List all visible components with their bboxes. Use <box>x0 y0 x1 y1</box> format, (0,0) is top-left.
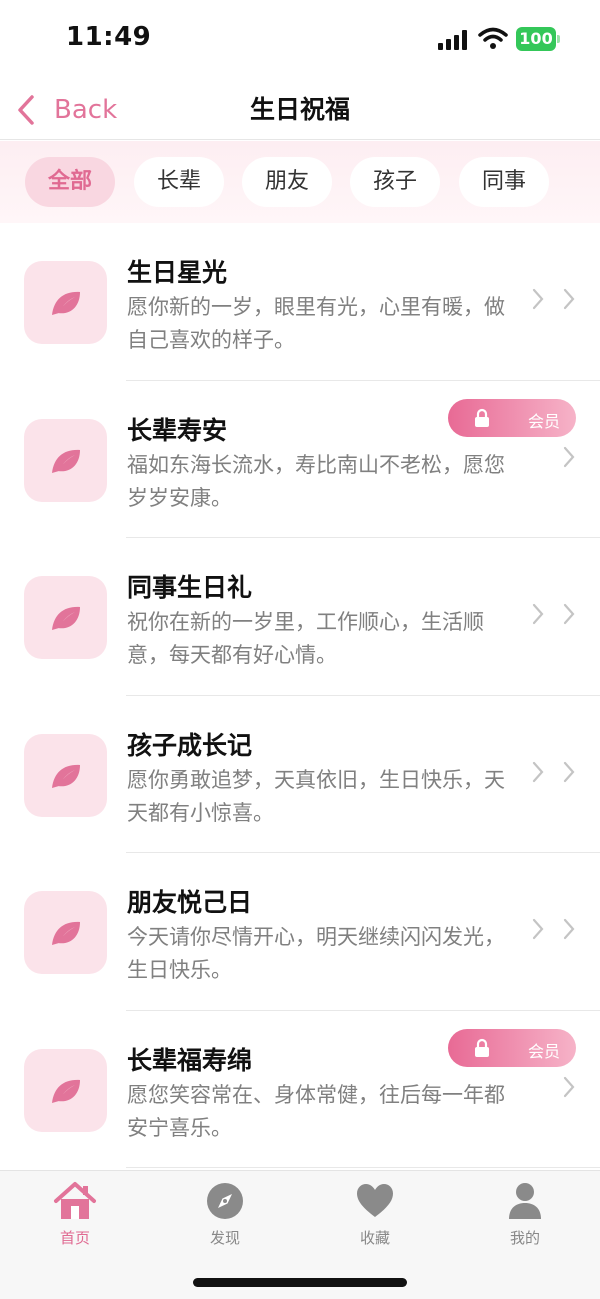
lock-icon <box>475 408 489 427</box>
chevron-right-icon[interactable] <box>562 917 576 941</box>
chevron-right-icon[interactable] <box>562 760 576 784</box>
item-title: 孩子成长记 <box>127 730 253 760</box>
home-indicator <box>193 1278 407 1287</box>
heart-icon <box>357 1184 393 1217</box>
filter-chip-all[interactable]: 全部 <box>25 157 115 207</box>
item-thumbnail <box>24 576 107 659</box>
tab-home[interactable]: 首页 <box>25 1181 125 1248</box>
item-title: 长辈福寿绵 <box>127 1045 253 1075</box>
item-title: 生日星光 <box>127 258 228 287</box>
item-description: 愿您笑容常在、身体常健，往后每一年都安宁喜乐。 <box>127 1082 505 1140</box>
filter-chip-colleagues[interactable]: 同事 <box>459 157 549 207</box>
item-description: 愿你新的一岁，眼里有光，心里有暖，做自己喜欢的样子。 <box>127 295 505 352</box>
tab-favorites[interactable]: 收藏 <box>325 1181 425 1248</box>
filter-chip-elders[interactable]: 长辈 <box>134 157 224 207</box>
status-time: 11:49 <box>66 22 152 52</box>
compass-icon <box>207 1183 243 1219</box>
chevron-right-icon <box>532 603 544 625</box>
chevron-right-icon[interactable] <box>562 445 576 469</box>
item-thumbnail <box>24 261 107 344</box>
item-thumbnail <box>24 733 107 817</box>
leaf-icon <box>52 449 80 473</box>
home-icon <box>54 1182 96 1219</box>
filter-chip-friends[interactable]: 朋友 <box>242 157 332 207</box>
leaf-icon <box>52 606 80 630</box>
navigation-bar: Back 生日祝福 <box>0 80 600 140</box>
divider <box>126 1167 600 1168</box>
list-item[interactable]: 长辈寿安 福如东海长流水，寿比南山不老松，愿您岁岁安康。 会员 <box>0 381 600 538</box>
leaf-icon <box>52 921 80 945</box>
filter-chip-children[interactable]: 孩子 <box>350 157 440 207</box>
chevron-right-icon[interactable] <box>562 602 576 626</box>
item-thumbnail <box>24 418 107 502</box>
person-icon <box>509 1183 541 1219</box>
item-thumbnail <box>24 1048 107 1132</box>
list-item[interactable]: 长辈福寿绵 愿您笑容常在、身体常健，往后每一年都安宁喜乐。 会员 <box>0 1011 600 1168</box>
vip-label: 会员 <box>527 1041 560 1061</box>
list-item[interactable]: 同事生日礼 祝你在新的一岁里，工作顺心，生活顺意，每天都有好心情。 <box>0 538 600 696</box>
vip-badge[interactable]: 会员 <box>448 398 576 437</box>
leaf-icon <box>52 291 80 315</box>
chevron-right-icon <box>532 761 544 782</box>
chevron-right-icon[interactable] <box>562 287 576 311</box>
item-title: 朋友悦己日 <box>127 888 253 917</box>
page-title: 生日祝福 <box>249 95 350 124</box>
wifi-icon <box>478 27 508 49</box>
leaf-icon <box>52 1079 80 1103</box>
item-thumbnail <box>24 891 107 974</box>
vip-badge[interactable]: 会员 <box>448 1028 576 1067</box>
list-item[interactable]: 生日星光 愿你新的一岁，眼里有光，心里有暖，做自己喜欢的样子。 <box>0 223 600 381</box>
tab-label: 首页 <box>59 1229 90 1247</box>
tab-label: 发现 <box>209 1229 240 1247</box>
chevron-right-icon <box>532 918 544 940</box>
cellular-signal-icon <box>438 30 468 50</box>
list-item[interactable]: 朋友悦己日 今天请你尽情开心，明天继续闪闪发光，生日快乐。 <box>0 853 600 1011</box>
item-description: 今天请你尽情开心，明天继续闪闪发光，生日快乐。 <box>127 925 505 982</box>
tab-profile[interactable]: 我的 <box>475 1181 575 1248</box>
battery-level: 100 <box>516 27 556 51</box>
list-item[interactable]: 孩子成长记 愿你勇敢追梦，天真依旧，生日快乐，天天都有小惊喜。 <box>0 696 600 853</box>
chevron-right-icon[interactable] <box>562 1075 576 1099</box>
item-title: 同事生日礼 <box>127 573 253 602</box>
vip-label: 会员 <box>527 411 560 431</box>
category-filter-bar: 全部 长辈 朋友 孩子 同事 <box>0 141 600 223</box>
leaf-icon <box>52 764 80 788</box>
greeting-list: 生日星光 愿你新的一岁，眼里有光，心里有暖，做自己喜欢的样子。 长辈寿安 福如东… <box>0 223 600 1168</box>
item-description: 愿你勇敢追梦，天真依旧，生日快乐，天天都有小惊喜。 <box>127 767 505 825</box>
tab-label: 收藏 <box>359 1229 390 1247</box>
item-description: 福如东海长流水，寿比南山不老松，愿您岁岁安康。 <box>127 452 505 510</box>
item-description: 祝你在新的一岁里，工作顺心，生活顺意，每天都有好心情。 <box>127 610 484 667</box>
tab-discover[interactable]: 发现 <box>175 1181 275 1248</box>
chevron-right-icon <box>532 288 544 310</box>
lock-icon <box>475 1038 489 1057</box>
battery-icon: 100 <box>516 27 560 51</box>
status-bar: 11:49 100 <box>0 0 600 80</box>
item-title: 长辈寿安 <box>127 415 228 445</box>
tab-label: 我的 <box>509 1229 540 1247</box>
